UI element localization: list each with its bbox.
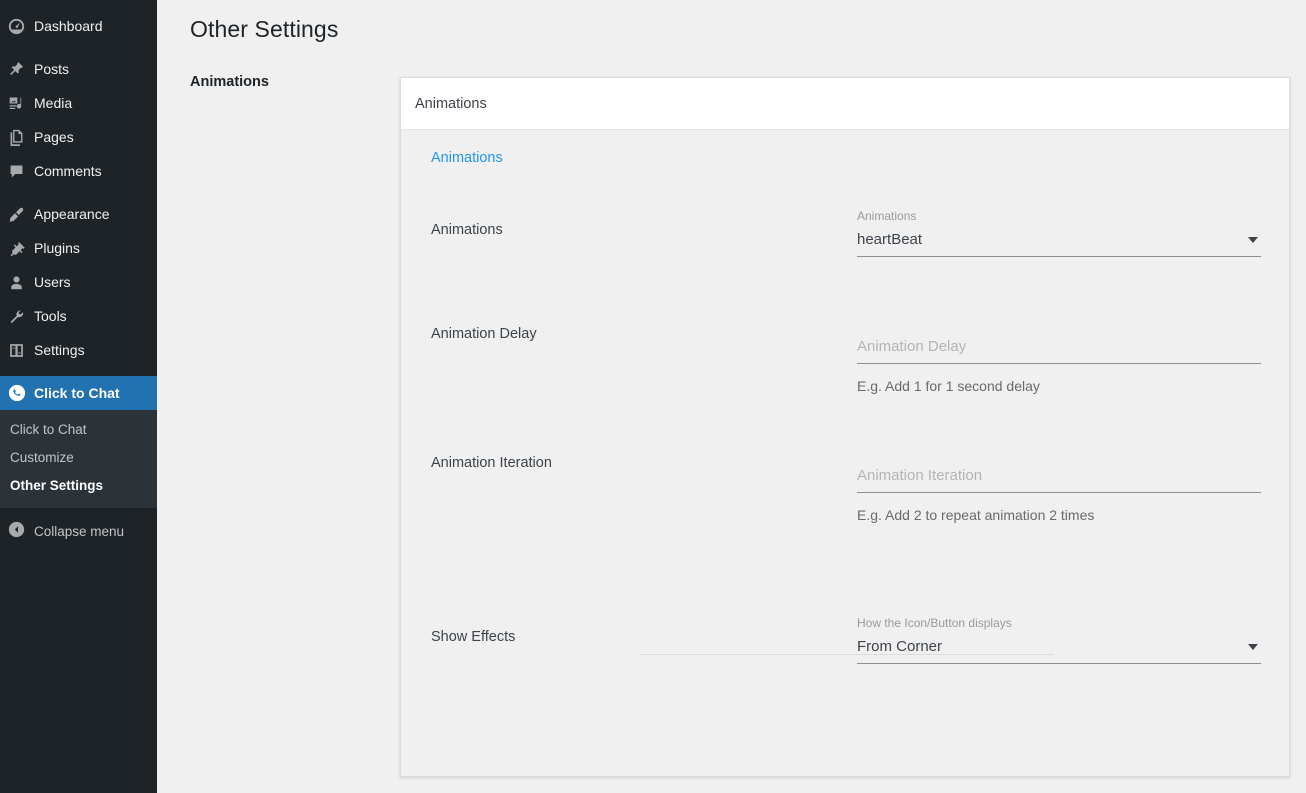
card-header-title: Animations: [415, 95, 487, 112]
animation-iteration-helper: E.g. Add 2 to repeat animation 2 times: [857, 507, 1095, 523]
sidebar-group-sep-3: [0, 367, 157, 376]
animation-iteration-field: Animation Iteration E.g. Add 2 to repeat…: [857, 465, 1261, 524]
animation-delay-field: Animation Delay E.g. Add 1 for 1 second …: [857, 336, 1261, 395]
chevron-down-icon: [1248, 644, 1258, 650]
animation-iteration-placeholder: Animation Iteration: [857, 467, 983, 484]
sidebar-item-appearance[interactable]: Appearance: [0, 197, 157, 231]
animation-delay-input[interactable]: Animation Delay: [857, 336, 1261, 364]
sidebar-item-label: Appearance: [34, 206, 110, 222]
sidebar-submenu: Click to Chat Customize Other Settings: [0, 410, 157, 508]
sidebar-top-spacer: [0, 0, 157, 9]
sidebar-item-users[interactable]: Users: [0, 265, 157, 299]
row-label: Show Effects: [431, 629, 516, 645]
comment-icon: [8, 163, 34, 180]
media-icon: [8, 95, 34, 112]
animation-iteration-input[interactable]: Animation Iteration: [857, 465, 1261, 493]
sidebar-item-pages[interactable]: Pages: [0, 120, 157, 154]
collapse-arrow-icon: [8, 521, 34, 541]
sidebar-group-sep-2: [0, 188, 157, 197]
field-caption: How the Icon/Button displays: [857, 616, 1012, 630]
sidebar-item-posts[interactable]: Posts: [0, 52, 157, 86]
show-effects-field: How the Icon/Button displays From Corner: [857, 616, 1261, 664]
chevron-down-icon: [1248, 237, 1258, 243]
page-title: Other Settings: [190, 16, 339, 42]
sidebar-item-label: Plugins: [34, 240, 80, 256]
submenu-item-other-settings[interactable]: Other Settings: [0, 472, 157, 500]
sidebar-item-label: Dashboard: [34, 18, 103, 34]
wrench-icon: [8, 308, 34, 325]
sidebar-item-label: Posts: [34, 61, 70, 77]
sidebar-item-label: Pages: [34, 129, 74, 145]
sidebar-item-label: Comments: [34, 163, 102, 179]
pin-icon: [8, 61, 34, 78]
dashboard-icon: [8, 18, 34, 35]
whatsapp-icon: [8, 384, 34, 402]
animations-field: Animations heartBeat: [857, 209, 1261, 257]
sidebar-item-media[interactable]: Media: [0, 86, 157, 120]
sidebar-item-dashboard[interactable]: Dashboard: [0, 9, 157, 43]
pages-icon: [8, 129, 34, 146]
sidebar-item-tools[interactable]: Tools: [0, 299, 157, 333]
sidebar-item-label: Users: [34, 274, 71, 290]
admin-sidebar: Dashboard Posts Media Pages Comments App…: [0, 0, 157, 793]
sidebar-group-sep-1: [0, 43, 157, 52]
animation-delay-helper: E.g. Add 1 for 1 second delay: [857, 378, 1040, 394]
animations-anchor-link[interactable]: Animations: [431, 150, 503, 166]
sliders-icon: [8, 342, 34, 359]
show-effects-select[interactable]: From Corner: [857, 636, 1261, 664]
show-effects-select-value: From Corner: [857, 638, 943, 655]
submenu-item-click-to-chat[interactable]: Click to Chat: [0, 416, 157, 444]
row-label: Animation Delay: [431, 326, 537, 342]
brush-icon: [8, 206, 34, 223]
sidebar-item-settings[interactable]: Settings: [0, 333, 157, 367]
content-area: Other Settings Animations Animations Ani…: [157, 0, 1306, 793]
card-body: Animations Animations Animations heartBe…: [401, 130, 1289, 776]
animations-select[interactable]: heartBeat: [857, 229, 1261, 257]
sidebar-item-click-to-chat[interactable]: Click to Chat: [0, 376, 157, 410]
sidebar-item-comments[interactable]: Comments: [0, 154, 157, 188]
card-header: Animations: [401, 78, 1289, 130]
sidebar-item-label: Tools: [34, 308, 67, 324]
sidebar-item-label: Click to Chat: [34, 385, 120, 401]
collapse-menu-button[interactable]: Collapse menu: [0, 514, 157, 548]
row-label: Animations: [431, 222, 503, 238]
row-label: Animation Iteration: [431, 455, 552, 471]
field-caption: Animations: [857, 209, 917, 223]
submenu-item-customize[interactable]: Customize: [0, 444, 157, 472]
sidebar-item-plugins[interactable]: Plugins: [0, 231, 157, 265]
user-icon: [8, 274, 34, 291]
animations-select-value: heartBeat: [857, 231, 923, 248]
sidebar-item-label: Settings: [34, 342, 85, 358]
sidebar-item-label: Media: [34, 95, 73, 111]
animations-settings-card: Animations Animations Animations Animati…: [400, 77, 1290, 777]
collapse-menu-label: Collapse menu: [34, 523, 125, 539]
section-nav-label: Animations: [190, 74, 269, 90]
admin-screen: Dashboard Posts Media Pages Comments App…: [0, 0, 1306, 793]
plug-icon: [8, 240, 34, 257]
animation-delay-placeholder: Animation Delay: [857, 338, 967, 355]
